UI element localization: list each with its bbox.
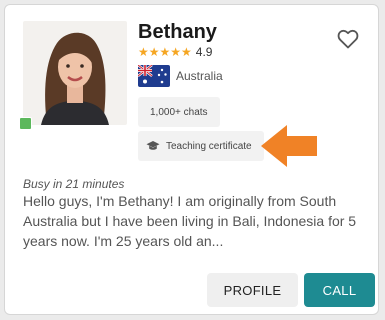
favorite-heart-icon[interactable] xyxy=(336,27,360,51)
annotation-arrow-left-icon xyxy=(261,125,317,167)
tutor-portrait-image xyxy=(23,21,127,125)
country-row: Australia xyxy=(138,65,223,87)
tutor-card[interactable]: Bethany ★★★★★ 4.9 Australia 1,000+ chats xyxy=(4,4,379,315)
rating-stars: ★★★★★ xyxy=(138,45,192,59)
availability-status: Busy in 21 minutes xyxy=(23,177,125,191)
rating-row: ★★★★★ 4.9 xyxy=(138,45,212,59)
teaching-certificate-label: Teaching certificate xyxy=(166,140,252,152)
profile-button[interactable]: PROFILE xyxy=(207,273,298,307)
tutor-name[interactable]: Bethany xyxy=(138,21,217,44)
rating-value: 4.9 xyxy=(195,45,213,59)
country-name: Australia xyxy=(176,69,223,83)
tutor-bio: Hello guys, I'm Bethany! I am originally… xyxy=(23,193,357,249)
teaching-certificate-badge: Teaching certificate xyxy=(138,131,264,161)
online-status-indicator xyxy=(19,117,32,130)
tutor-photo[interactable] xyxy=(23,21,127,125)
australia-flag-icon xyxy=(138,65,170,87)
graduation-cap-icon xyxy=(146,141,160,150)
call-button[interactable]: CALL xyxy=(304,273,375,307)
chats-count-label: 1,000+ chats xyxy=(150,106,208,118)
chats-count-badge: 1,000+ chats xyxy=(138,97,220,127)
